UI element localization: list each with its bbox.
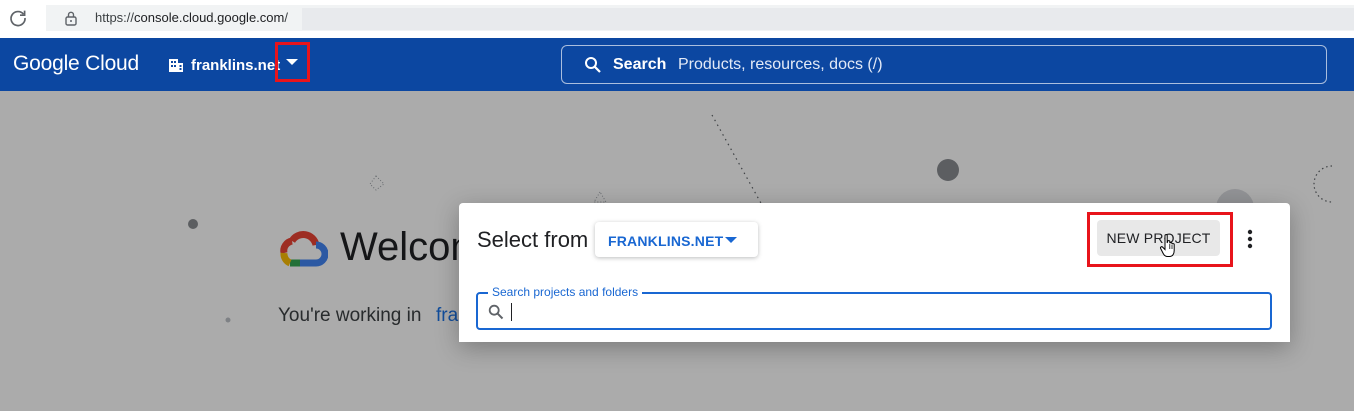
more-vert-icon[interactable] [1242, 227, 1258, 251]
text-cursor [511, 303, 512, 321]
dialog-title: Select from [477, 227, 589, 252]
org-picker-name[interactable]: franklins.net [191, 57, 280, 74]
hand-pointer-icon [1159, 234, 1175, 257]
organization-selector[interactable]: FRANKLINS.NET [595, 222, 758, 257]
search-bar[interactable]: Search Products, resources, docs (/) [561, 45, 1327, 84]
project-search-label: Search projects and folders [488, 285, 643, 299]
chevron-down-icon [286, 59, 298, 65]
search-label: Search [613, 56, 667, 73]
chevron-down-icon [725, 237, 737, 243]
search-icon [488, 304, 504, 320]
url-scheme: https:// [95, 10, 135, 25]
org-dropdown-button[interactable] [275, 42, 310, 82]
url-host: console.cloud.google.com [134, 10, 285, 25]
url-text: https://console.cloud.google.com/ [95, 10, 288, 25]
project-search-input[interactable] [508, 298, 1248, 324]
url-suffix: / [284, 10, 288, 25]
reload-icon[interactable] [8, 8, 28, 28]
search-placeholder: Products, resources, docs (/) [678, 56, 883, 73]
project-picker-dialog: Select from FRANKLINS.NET NEW PROJECT Se… [459, 203, 1290, 342]
browser-toolbar: https://console.cloud.google.com/ [0, 0, 1354, 38]
search-icon [585, 57, 601, 73]
organization-selector-label: FRANKLINS.NET [608, 233, 724, 249]
cloud-console-header: Google Cloud franklins.net Search Produc… [0, 38, 1354, 91]
building-icon [169, 59, 183, 72]
address-bar-highlight [302, 8, 1354, 30]
google-cloud-logo[interactable]: Google Cloud [13, 52, 139, 76]
lock-icon[interactable] [64, 10, 78, 26]
